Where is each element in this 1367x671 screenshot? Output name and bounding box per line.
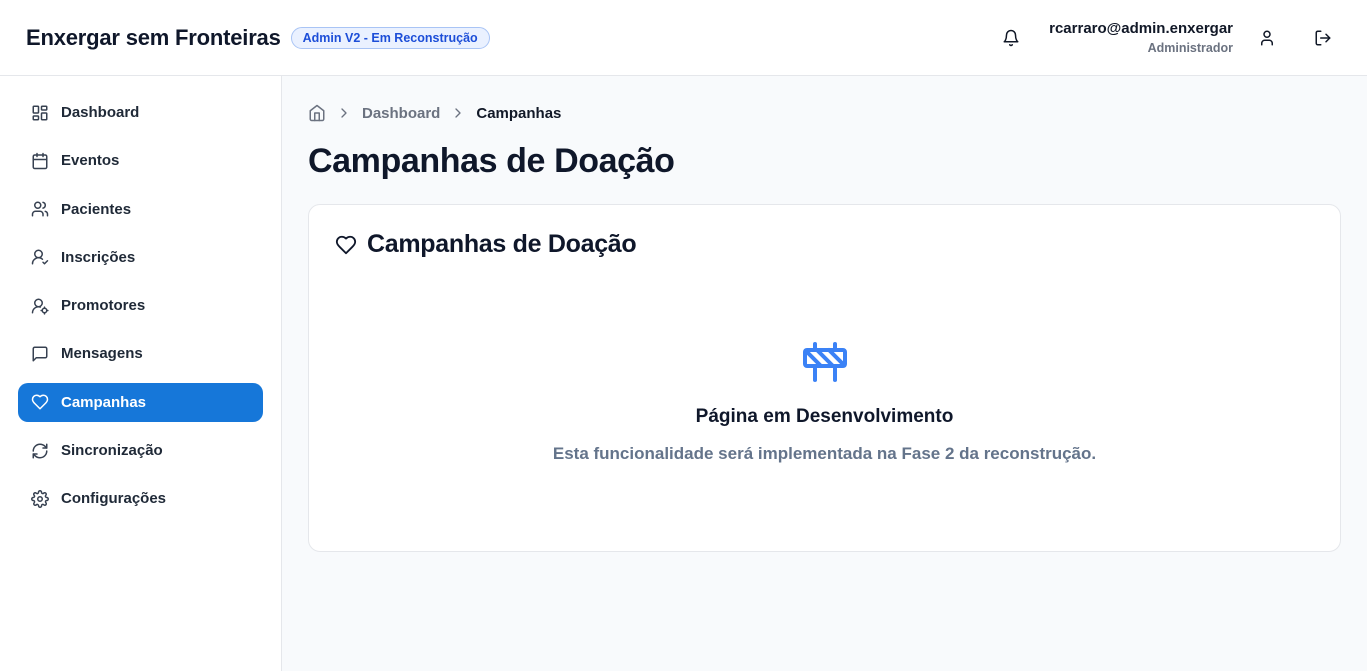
header-actions: rcarraro@admin.enxergar Administrador (993, 20, 1341, 56)
chevron-right-icon (455, 108, 462, 118)
breadcrumb-current: Campanhas (476, 104, 562, 122)
logout-button[interactable] (1305, 20, 1341, 56)
empty-state-title: Página em Desenvolvimento (695, 406, 954, 427)
sync-icon (32, 443, 48, 459)
sidebar-item-label: Pacientes (61, 200, 132, 218)
sidebar-item-mensagens[interactable]: Mensagens (18, 334, 263, 373)
chevron-right-icon (341, 108, 347, 118)
construction-icon (802, 342, 847, 382)
calendar-icon (32, 152, 48, 170)
breadcrumb-dashboard[interactable]: Dashboard (362, 105, 440, 122)
sidebar-item-label: Mensagens (61, 345, 143, 363)
user-check-icon (31, 249, 49, 265)
sidebar-item-configuracoes[interactable]: Configurações (18, 479, 263, 518)
main-content: Dashboard Campanhas Campanhas de Doação … (282, 76, 1367, 671)
sidebar-item-label: Campanhas (61, 393, 147, 411)
sidebar-item-label: Dashboard (61, 104, 140, 121)
sidebar-item-label: Inscrições (61, 248, 136, 266)
card-header: Campanhas de Doação (335, 230, 637, 259)
heart-icon (335, 235, 357, 254)
logout-icon (1315, 30, 1331, 45)
sidebar-item-label: Configurações (61, 490, 167, 508)
sidebar: Dashboard Eventos Pacientes Inscrições P… (0, 76, 282, 671)
sidebar-item-eventos[interactable]: Eventos (18, 141, 263, 180)
sidebar-item-label: Eventos (61, 152, 120, 170)
version-badge: Admin V2 - Em Reconstrução (290, 26, 490, 49)
home-icon[interactable] (308, 104, 326, 122)
sidebar-item-label: Sincronização (61, 442, 163, 460)
sidebar-item-promotores[interactable]: Promotores (18, 286, 263, 325)
users-icon (31, 201, 49, 217)
breadcrumb: Dashboard Campanhas (308, 102, 1341, 124)
user-role: Administrador (1147, 40, 1233, 55)
sidebar-item-campanhas[interactable]: Campanhas (18, 382, 263, 422)
user-icon (1261, 30, 1273, 45)
user-cog-icon (31, 298, 49, 315)
heart-icon (31, 394, 49, 410)
sidebar-item-label: Promotores (61, 297, 146, 315)
card-title: Campanhas de Doação (367, 230, 637, 258)
page-title: Campanhas de Doação (308, 142, 675, 180)
campaigns-card: Campanhas de Doação Página em Desenvolvi… (308, 204, 1341, 552)
top-header: Enxergar sem Fronteiras Admin V2 - Em Re… (0, 0, 1367, 76)
empty-state-description: Esta funcionalidade será implementada na… (552, 444, 1097, 463)
empty-state: Página em Desenvolvimento Esta funcional… (309, 338, 1340, 464)
sidebar-item-dashboard[interactable]: Dashboard (18, 93, 263, 132)
notifications-button[interactable] (993, 20, 1029, 56)
profile-button[interactable] (1249, 20, 1285, 56)
sidebar-item-pacientes[interactable]: Pacientes (18, 190, 263, 229)
message-icon (32, 346, 48, 362)
sidebar-item-sincronizacao[interactable]: Sincronização (18, 431, 263, 470)
bell-icon (1003, 29, 1019, 46)
sidebar-item-inscricoes[interactable]: Inscrições (18, 238, 263, 277)
user-info: rcarraro@admin.enxergar Administrador (1049, 21, 1233, 55)
user-email: rcarraro@admin.enxergar (1049, 19, 1233, 37)
settings-icon (31, 489, 49, 508)
app-brand: Enxergar sem Fronteiras (26, 24, 281, 50)
grid-icon (32, 105, 48, 120)
